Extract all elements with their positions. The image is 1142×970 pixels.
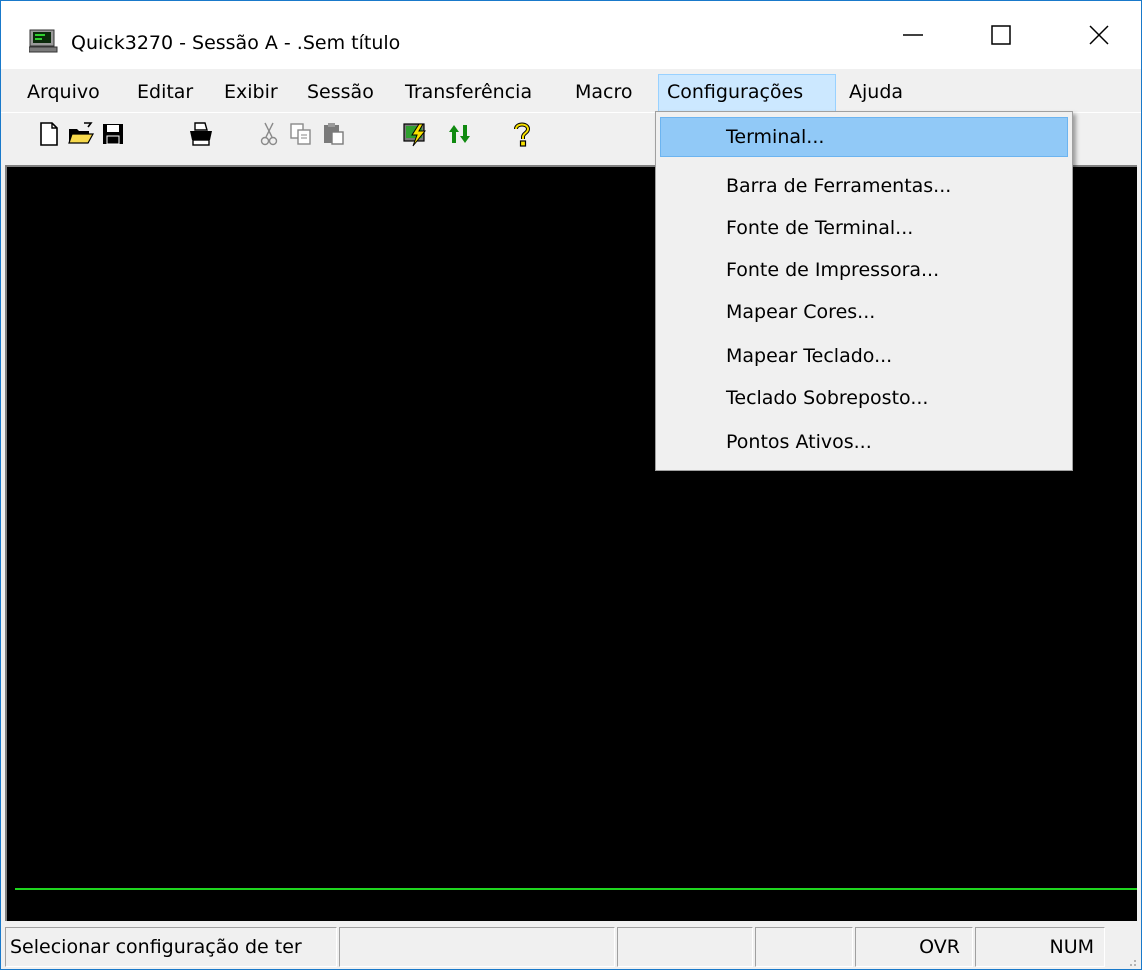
configuracoes-dropdown-menu: Terminal... Barra de Ferramentas... Font… [655, 111, 1073, 471]
menu-item-teclado-sobreposto[interactable]: Teclado Sobreposto... [660, 378, 1068, 418]
menu-item-fonte-de-impressora[interactable]: Fonte de Impressora... [660, 250, 1068, 290]
close-icon [1087, 23, 1111, 52]
new-file-button[interactable] [34, 119, 64, 153]
menu-item-terminal[interactable]: Terminal... [660, 117, 1068, 157]
status-message: Selecionar configuração de ter [5, 927, 337, 967]
cut-button[interactable] [254, 119, 284, 153]
copy-button[interactable] [286, 119, 316, 153]
menu-arquivo[interactable]: Arquivo [19, 74, 108, 112]
copy-icon [289, 122, 313, 151]
connect-button[interactable] [401, 119, 431, 153]
status-panel-1 [339, 927, 615, 967]
application-window: Quick3270 - Sessão A - .Sem título Arqui… [0, 0, 1142, 970]
menu-item-mapear-teclado[interactable]: Mapear Teclado... [660, 336, 1068, 376]
menu-editar[interactable]: Editar [129, 74, 201, 112]
window-title: Quick3270 - Sessão A - .Sem título [71, 32, 401, 54]
help-button[interactable] [507, 119, 537, 153]
paste-button[interactable] [319, 119, 349, 153]
status-num: NUM [975, 927, 1105, 967]
menu-bar: Arquivo Editar Exibir Sessão Transferênc… [1, 74, 1141, 112]
help-question-icon [512, 121, 532, 152]
terminal-monitor-icon[interactable] [28, 29, 59, 53]
maximize-icon [989, 23, 1013, 52]
menu-item-mapear-cores[interactable]: Mapear Cores... [660, 292, 1068, 332]
save-disk-icon [101, 122, 125, 151]
title-bar[interactable]: Quick3270 - Sessão A - .Sem título [1, 1, 1141, 69]
cut-icon [259, 121, 279, 152]
menu-configuracoes[interactable]: Configurações [658, 74, 836, 112]
minimize-icon [901, 23, 925, 52]
connect-lightning-icon [402, 121, 430, 152]
print-icon [188, 121, 214, 151]
paste-icon [322, 122, 346, 151]
status-panel-3 [755, 927, 853, 967]
menu-item-pontos-ativos[interactable]: Pontos Ativos... [660, 422, 1068, 462]
status-bar: Selecionar configuração de ter OVR NUM [1, 923, 1141, 969]
status-panel-2 [617, 927, 753, 967]
minimize-button[interactable] [875, 9, 951, 65]
menu-ajuda[interactable]: Ajuda [841, 74, 911, 112]
print-button[interactable] [186, 119, 216, 153]
transfer-button[interactable] [445, 119, 475, 153]
transfer-arrows-icon [448, 123, 472, 150]
open-folder-icon [67, 121, 95, 152]
close-button[interactable] [1061, 9, 1137, 65]
menu-item-barra-de-ferramentas[interactable]: Barra de Ferramentas... [660, 166, 1068, 206]
maximize-button[interactable] [963, 9, 1039, 65]
menu-sessao[interactable]: Sessão [299, 74, 382, 112]
status-ovr: OVR [855, 927, 973, 967]
terminal-status-line [15, 888, 1137, 890]
resize-grip-icon[interactable] [1123, 951, 1137, 966]
menu-macro[interactable]: Macro [567, 74, 641, 112]
open-button[interactable] [66, 119, 96, 153]
save-button[interactable] [98, 119, 128, 153]
menu-item-fonte-de-terminal[interactable]: Fonte de Terminal... [660, 208, 1068, 248]
menu-exibir[interactable]: Exibir [216, 74, 286, 112]
menu-transferencia[interactable]: Transferência [397, 74, 540, 112]
new-file-icon [38, 121, 60, 152]
